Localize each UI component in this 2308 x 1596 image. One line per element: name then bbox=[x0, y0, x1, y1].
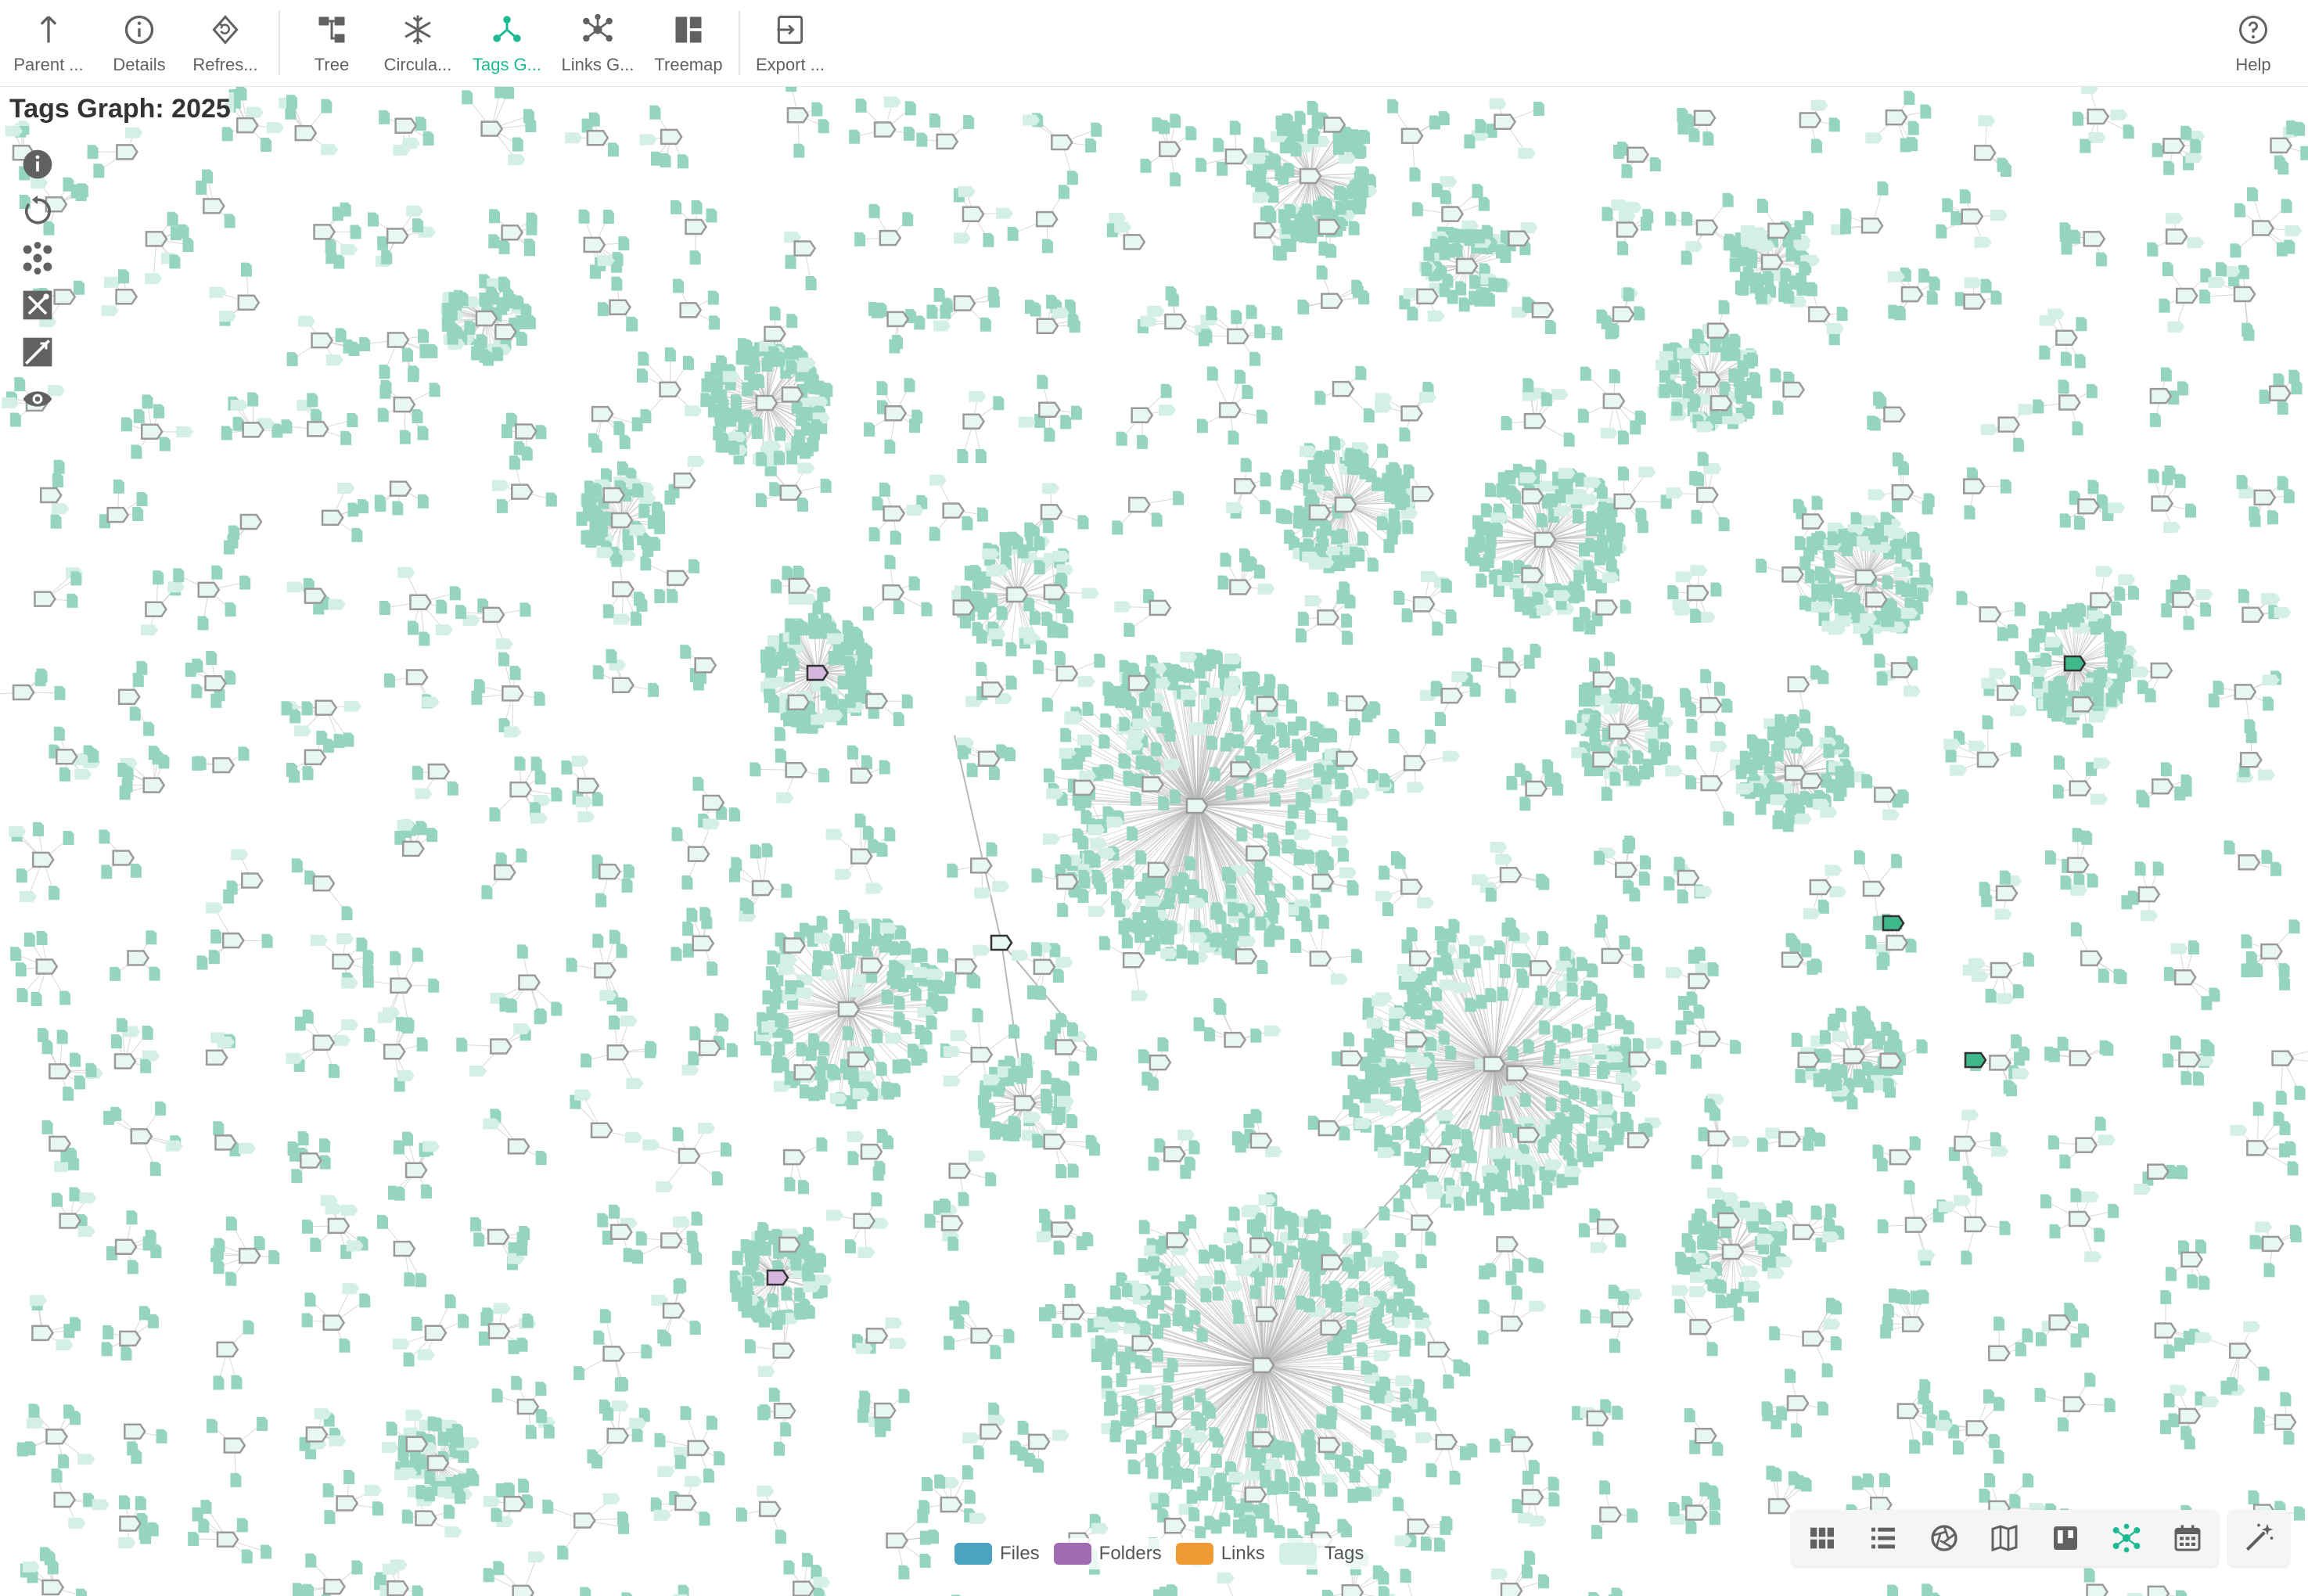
tags-graph-label: Tags G... bbox=[472, 55, 542, 74]
refresh-button[interactable]: Refres... bbox=[188, 8, 263, 78]
network-icon bbox=[583, 13, 613, 42]
refresh-label: Refres... bbox=[192, 55, 258, 74]
toolbar-divider bbox=[279, 11, 280, 75]
circular-button[interactable]: Circula... bbox=[380, 8, 455, 78]
tree-label: Tree bbox=[314, 55, 350, 74]
toolbar: Parent ... Details Refres... Tree Circul… bbox=[0, 0, 2308, 87]
help-icon bbox=[2239, 16, 2267, 44]
graph-edge bbox=[1196, 805, 1293, 813]
graph-icon bbox=[493, 16, 521, 42]
graph-edge bbox=[1111, 1364, 1264, 1399]
links-graph-button[interactable]: Links G... bbox=[560, 8, 635, 78]
treemap-label: Treemap bbox=[654, 55, 723, 74]
tags-graph-canvas[interactable] bbox=[0, 86, 2308, 1596]
tags-graph-button[interactable]: Tags G... bbox=[469, 8, 545, 78]
details-button[interactable]: Details bbox=[102, 8, 177, 78]
details-label: Details bbox=[113, 55, 166, 74]
treemap-button[interactable]: Treemap bbox=[649, 8, 728, 78]
links-graph-label: Links G... bbox=[561, 55, 635, 74]
help-button[interactable]: Help bbox=[2222, 8, 2285, 78]
toolbar-divider bbox=[739, 11, 740, 75]
refresh-icon bbox=[212, 15, 239, 45]
help-label: Help bbox=[2235, 55, 2271, 74]
circular-label: Circula... bbox=[383, 55, 452, 74]
info-icon bbox=[124, 15, 154, 45]
export-icon bbox=[777, 16, 803, 44]
parent-folder-button[interactable]: Parent ... bbox=[11, 8, 86, 78]
export-label: Export ... bbox=[755, 55, 825, 74]
treemap-icon bbox=[675, 16, 702, 43]
snowflake-icon bbox=[404, 15, 431, 45]
arrow-up-icon bbox=[40, 16, 57, 43]
parent-folder-label: Parent ... bbox=[13, 55, 84, 74]
export-button[interactable]: Export ... bbox=[751, 8, 829, 78]
tree-icon bbox=[318, 16, 345, 43]
tree-button[interactable]: Tree bbox=[300, 8, 363, 78]
